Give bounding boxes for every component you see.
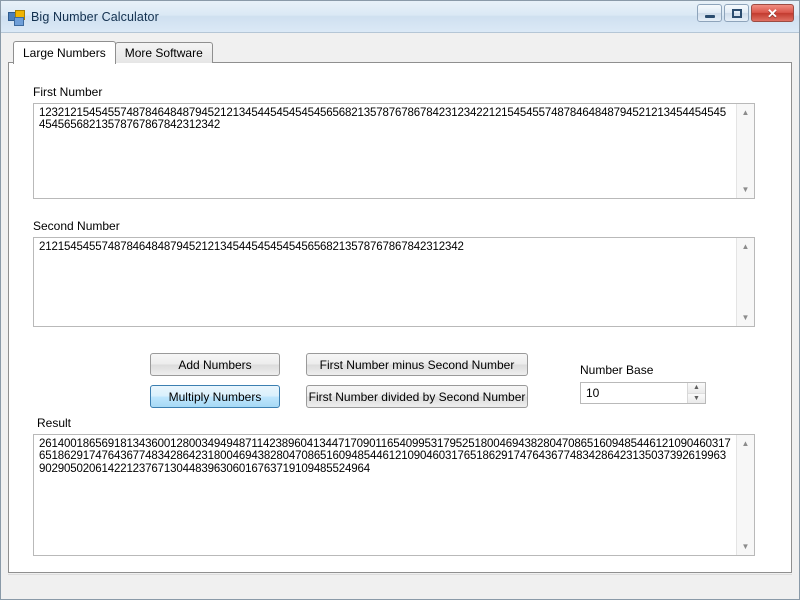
- tab-large-numbers[interactable]: Large Numbers: [13, 41, 116, 64]
- spinner-down-icon[interactable]: ▼: [688, 393, 705, 403]
- divide-numbers-button[interactable]: First Number divided by Second Number: [306, 385, 528, 408]
- spinner-up-icon[interactable]: ▲: [688, 383, 705, 394]
- second-number-scrollbar[interactable]: ▲ ▼: [736, 238, 754, 326]
- status-bar: [8, 574, 792, 595]
- first-number-label: First Number: [33, 85, 103, 99]
- result-label: Result: [37, 416, 72, 430]
- minimize-icon: [704, 14, 715, 18]
- scroll-up-icon[interactable]: ▲: [737, 435, 754, 452]
- number-base-stepper[interactable]: 10 ▲ ▼: [580, 382, 706, 404]
- tab-strip: Large Numbers More Software: [13, 41, 792, 64]
- multiply-numbers-button[interactable]: Multiply Numbers: [150, 385, 280, 408]
- scroll-up-icon[interactable]: ▲: [737, 238, 754, 255]
- client-area: Large Numbers More Software First Number…: [1, 33, 799, 599]
- add-numbers-button[interactable]: Add Numbers: [150, 353, 280, 376]
- minimize-button[interactable]: [697, 4, 722, 22]
- second-number-value[interactable]: 2121545455748784648487945212134544545454…: [34, 238, 736, 326]
- subtract-numbers-button[interactable]: First Number minus Second Number: [306, 353, 528, 376]
- first-number-scrollbar[interactable]: ▲ ▼: [736, 104, 754, 198]
- number-base-spin-buttons[interactable]: ▲ ▼: [687, 383, 705, 403]
- application-window: Big Number Calculator ✕ Large Numbers Mo…: [0, 0, 800, 600]
- tab-large-numbers-label: Large Numbers: [23, 46, 106, 60]
- result-scrollbar[interactable]: ▲ ▼: [736, 435, 754, 555]
- close-button[interactable]: ✕: [751, 4, 794, 22]
- maximize-icon: [731, 8, 742, 18]
- window-controls: ✕: [697, 4, 794, 22]
- first-number-value[interactable]: 1232121545455748784648487945212134544545…: [34, 104, 736, 198]
- tab-more-software[interactable]: More Software: [114, 42, 213, 63]
- first-number-textarea[interactable]: 1232121545455748784648487945212134544545…: [33, 103, 755, 199]
- maximize-button[interactable]: [724, 4, 749, 22]
- window-title: Big Number Calculator: [31, 9, 159, 24]
- tab-more-software-label: More Software: [124, 46, 203, 60]
- result-value[interactable]: 2614001865691813436001280034949487114238…: [34, 435, 736, 555]
- application-icon: [8, 9, 25, 26]
- result-textarea[interactable]: 2614001865691813436001280034949487114238…: [33, 434, 755, 556]
- scroll-down-icon[interactable]: ▼: [737, 309, 754, 326]
- second-number-label: Second Number: [33, 219, 120, 233]
- scroll-up-icon[interactable]: ▲: [737, 104, 754, 121]
- tab-page-large-numbers: First Number 123212154545574878464848794…: [8, 62, 792, 573]
- scroll-down-icon[interactable]: ▼: [737, 538, 754, 555]
- second-number-textarea[interactable]: 2121545455748784648487945212134544545454…: [33, 237, 755, 327]
- scroll-down-icon[interactable]: ▼: [737, 181, 754, 198]
- number-base-label: Number Base: [580, 363, 654, 377]
- number-base-value[interactable]: 10: [581, 383, 687, 403]
- close-icon: ✕: [767, 5, 778, 21]
- title-bar: Big Number Calculator ✕: [1, 1, 799, 33]
